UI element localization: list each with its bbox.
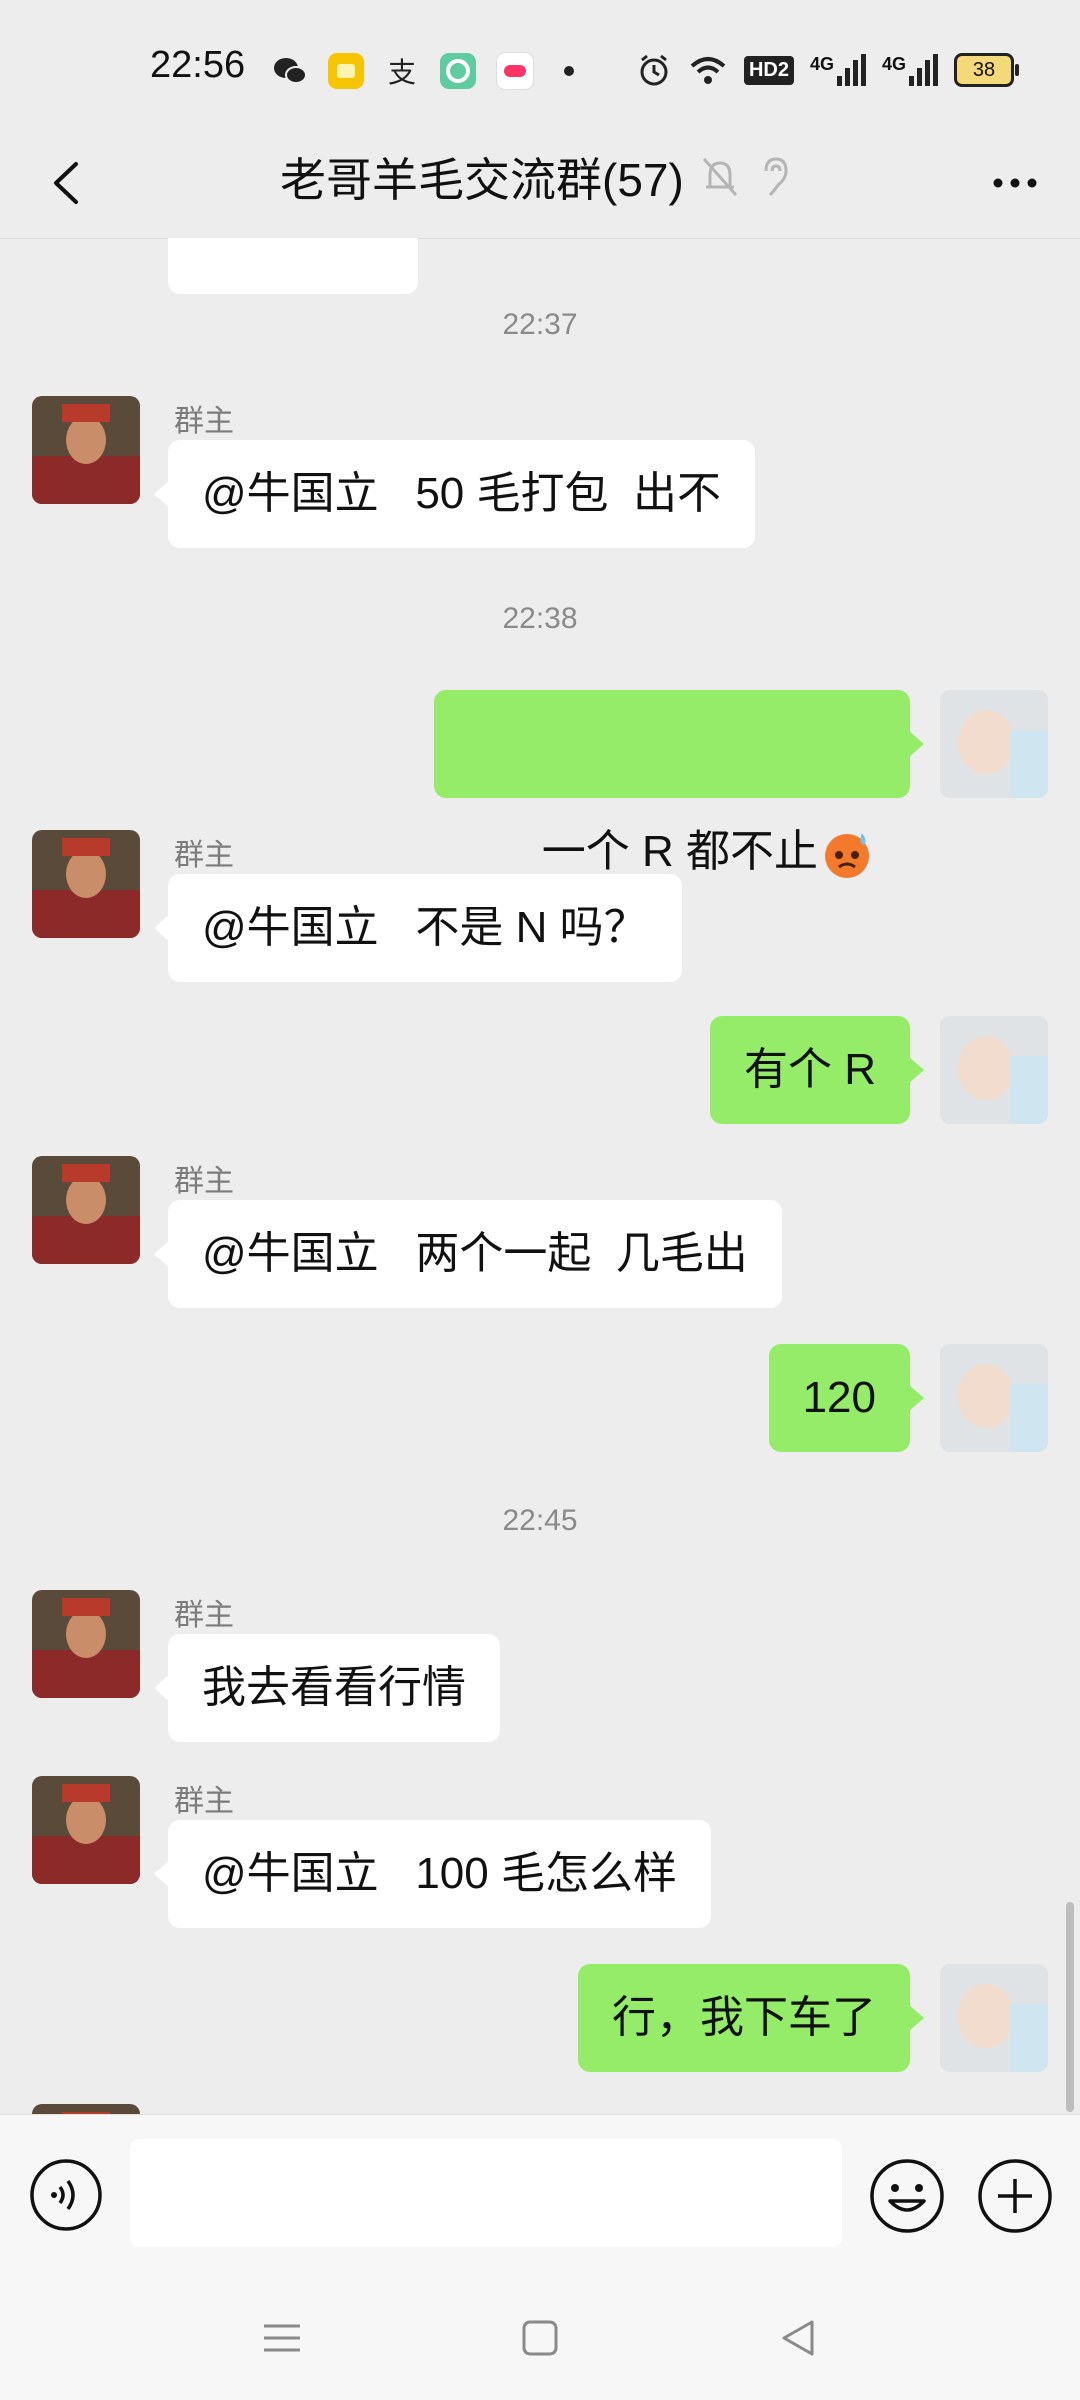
app-green-icon: [440, 53, 476, 89]
signal-1-icon: 4G: [810, 54, 866, 86]
message-bubble-partial[interactable]: [168, 238, 418, 294]
emoji-icon[interactable]: [868, 2157, 946, 2235]
my-avatar[interactable]: [940, 1016, 1048, 1124]
back-arrow-icon[interactable]: [34, 148, 104, 218]
signal-2-label: 4G: [881, 54, 906, 74]
message-bubble[interactable]: 行，我下车了: [578, 1964, 924, 2072]
sender-avatar[interactable]: [32, 1590, 140, 1698]
sender-avatar[interactable]: [32, 1156, 140, 1264]
sender-name: 群主: [174, 1785, 234, 1818]
earpiece-icon: [764, 157, 788, 197]
plus-icon[interactable]: [976, 2157, 1054, 2235]
message-bubble[interactable]: 我去看看行情: [154, 1634, 500, 1742]
my-avatar[interactable]: [940, 1964, 1048, 2072]
timestamp: 22:45: [502, 1504, 578, 1537]
svg-text:支: 支: [388, 56, 416, 89]
signal-2-icon: 4G: [882, 54, 938, 86]
emoji-sweat-icon: [825, 833, 869, 879]
message-bubble[interactable]: @牛国立 两个一起 几毛出: [154, 1200, 782, 1308]
sender-avatar[interactable]: [32, 396, 140, 504]
status-bar: 22:56 支 HD2 4G 4G 38: [0, 0, 1080, 130]
wechat-icon: [274, 58, 307, 84]
chat-header: 老哥羊毛交流群(57): [0, 130, 1080, 239]
message-text: 一个 R 都不止: [541, 827, 818, 876]
message-bubble[interactable]: 一个 R 都不止: [434, 690, 924, 879]
voice-input-icon[interactable]: [28, 2157, 104, 2233]
sender-name: 群主: [174, 1599, 234, 1632]
status-time: 22:56: [150, 44, 246, 86]
timestamp: 22:38: [502, 602, 578, 635]
battery-level: 38: [972, 58, 996, 81]
title-group: 老哥羊毛交流群(57): [280, 144, 790, 210]
message-input[interactable]: [130, 2139, 842, 2247]
message-bubble[interactable]: @牛国立 50 毛打包 出不: [154, 440, 755, 548]
more-options-icon[interactable]: [980, 148, 1050, 218]
battery-icon: 38: [954, 53, 1019, 87]
message-bubble[interactable]: 120: [768, 1344, 925, 1452]
alipay-icon: 支: [388, 56, 416, 89]
sender-name: 群主: [174, 1165, 234, 1198]
back-nav-icon[interactable]: [768, 2308, 828, 2368]
notification-icons: 支: [272, 52, 574, 90]
wifi-icon: [690, 57, 726, 84]
scrollbar[interactable]: [1066, 1902, 1074, 2112]
message-bubble[interactable]: @牛国立 不是 N 吗？: [154, 874, 682, 982]
sender-name: 群主: [174, 839, 234, 872]
mute-bell-icon: [702, 158, 737, 196]
message-bubble[interactable]: 有个 R: [710, 1016, 924, 1124]
home-icon[interactable]: [510, 2308, 570, 2368]
message-bubble[interactable]: @牛国立 100 毛怎么样: [154, 1820, 711, 1928]
alarm-icon: [640, 54, 668, 86]
sender-name: 群主: [174, 405, 234, 438]
sender-avatar[interactable]: [32, 830, 140, 938]
notes-icon: [328, 53, 364, 89]
timestamp: 22:37: [502, 308, 578, 341]
system-navigation-bar: [0, 2274, 1080, 2400]
menu-icon[interactable]: [252, 2308, 312, 2368]
message-list[interactable]: 22:37 群主 @牛国立 50 毛打包 出不 22:38 一个 R 都不止 群…: [0, 238, 1080, 2114]
my-avatar[interactable]: [940, 1344, 1048, 1452]
more-notifications-dot: [564, 66, 574, 76]
my-avatar[interactable]: [940, 690, 1048, 798]
sender-avatar[interactable]: [32, 1776, 140, 1884]
signal-1-label: 4G: [809, 54, 834, 74]
game-icon: [496, 52, 534, 90]
chat-title: 老哥羊毛交流群(57): [280, 154, 684, 206]
status-right: HD2 4G 4G 38: [636, 52, 1019, 88]
hd-icon: HD2: [743, 55, 794, 85]
sender-avatar-partial[interactable]: [32, 2104, 140, 2114]
input-bar: [0, 2114, 1080, 2275]
